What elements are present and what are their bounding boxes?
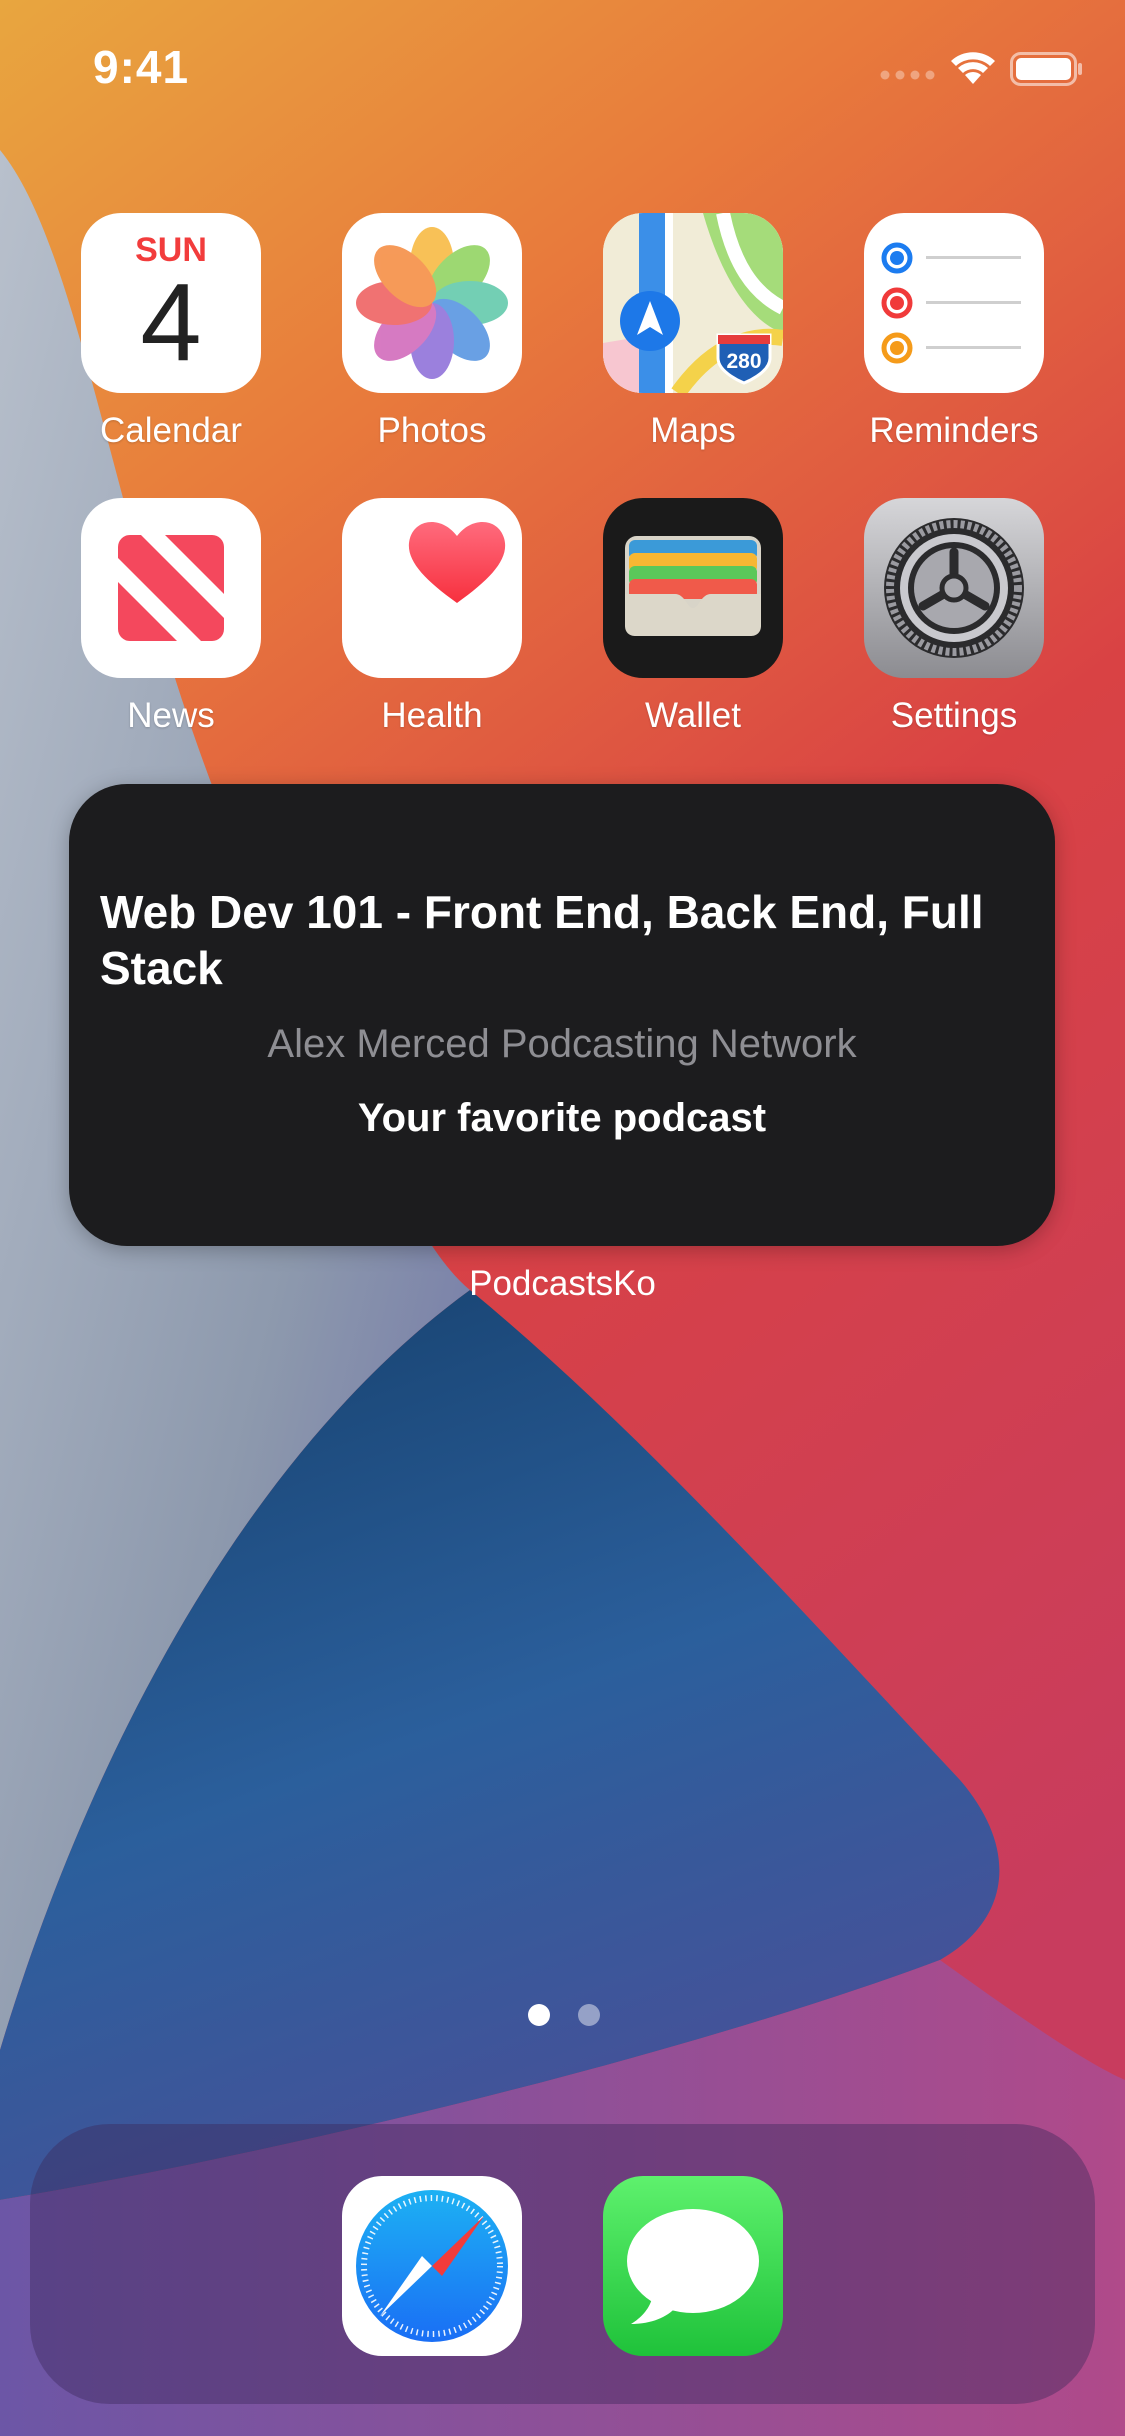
reminders-icon xyxy=(864,213,1044,393)
widget-podcast-network: Alex Merced Podcasting Network xyxy=(267,1022,857,1066)
podcast-widget[interactable]: Web Dev 101 - Front End, Back End, Full … xyxy=(69,784,1055,1246)
battery-icon xyxy=(1010,52,1082,86)
widget-app-label: PodcastsKo xyxy=(469,1264,656,1303)
page-indicator[interactable] xyxy=(522,2002,602,2028)
widget-podcast-title: Web Dev 101 - Front End, Back End, Full … xyxy=(100,886,984,994)
status-time: 9:41 xyxy=(93,41,190,93)
app-label: Photos xyxy=(377,411,487,450)
settings-icon xyxy=(864,498,1044,678)
maps-icon: 280 xyxy=(603,213,783,393)
photos-icon xyxy=(342,213,522,393)
app-label: Maps xyxy=(650,411,736,450)
app-label: Wallet xyxy=(645,696,741,735)
app-label: News xyxy=(127,696,215,735)
app-label: Health xyxy=(381,696,483,735)
maps-shield-number: 280 xyxy=(726,350,761,373)
calendar-date: 4 xyxy=(140,261,202,384)
app-label: Settings xyxy=(890,696,1018,735)
news-icon xyxy=(81,498,261,678)
dock xyxy=(30,2124,1095,2404)
safari-icon xyxy=(342,2176,522,2356)
app-label: Calendar xyxy=(99,411,243,450)
wifi-icon xyxy=(951,52,995,84)
messages-icon xyxy=(603,2176,783,2356)
page-dot-active[interactable] xyxy=(528,2004,550,2026)
wallet-icon xyxy=(603,498,783,678)
status-bar: 9:41 xyxy=(0,0,1125,140)
widget-podcast-tagline: Your favorite podcast xyxy=(357,1096,767,1140)
cellular-signal-icon xyxy=(880,70,935,80)
app-label: Reminders xyxy=(869,411,1039,450)
calendar-icon: SUN 4 xyxy=(81,213,261,393)
health-icon xyxy=(342,498,522,678)
page-dot-inactive[interactable] xyxy=(578,2004,600,2026)
